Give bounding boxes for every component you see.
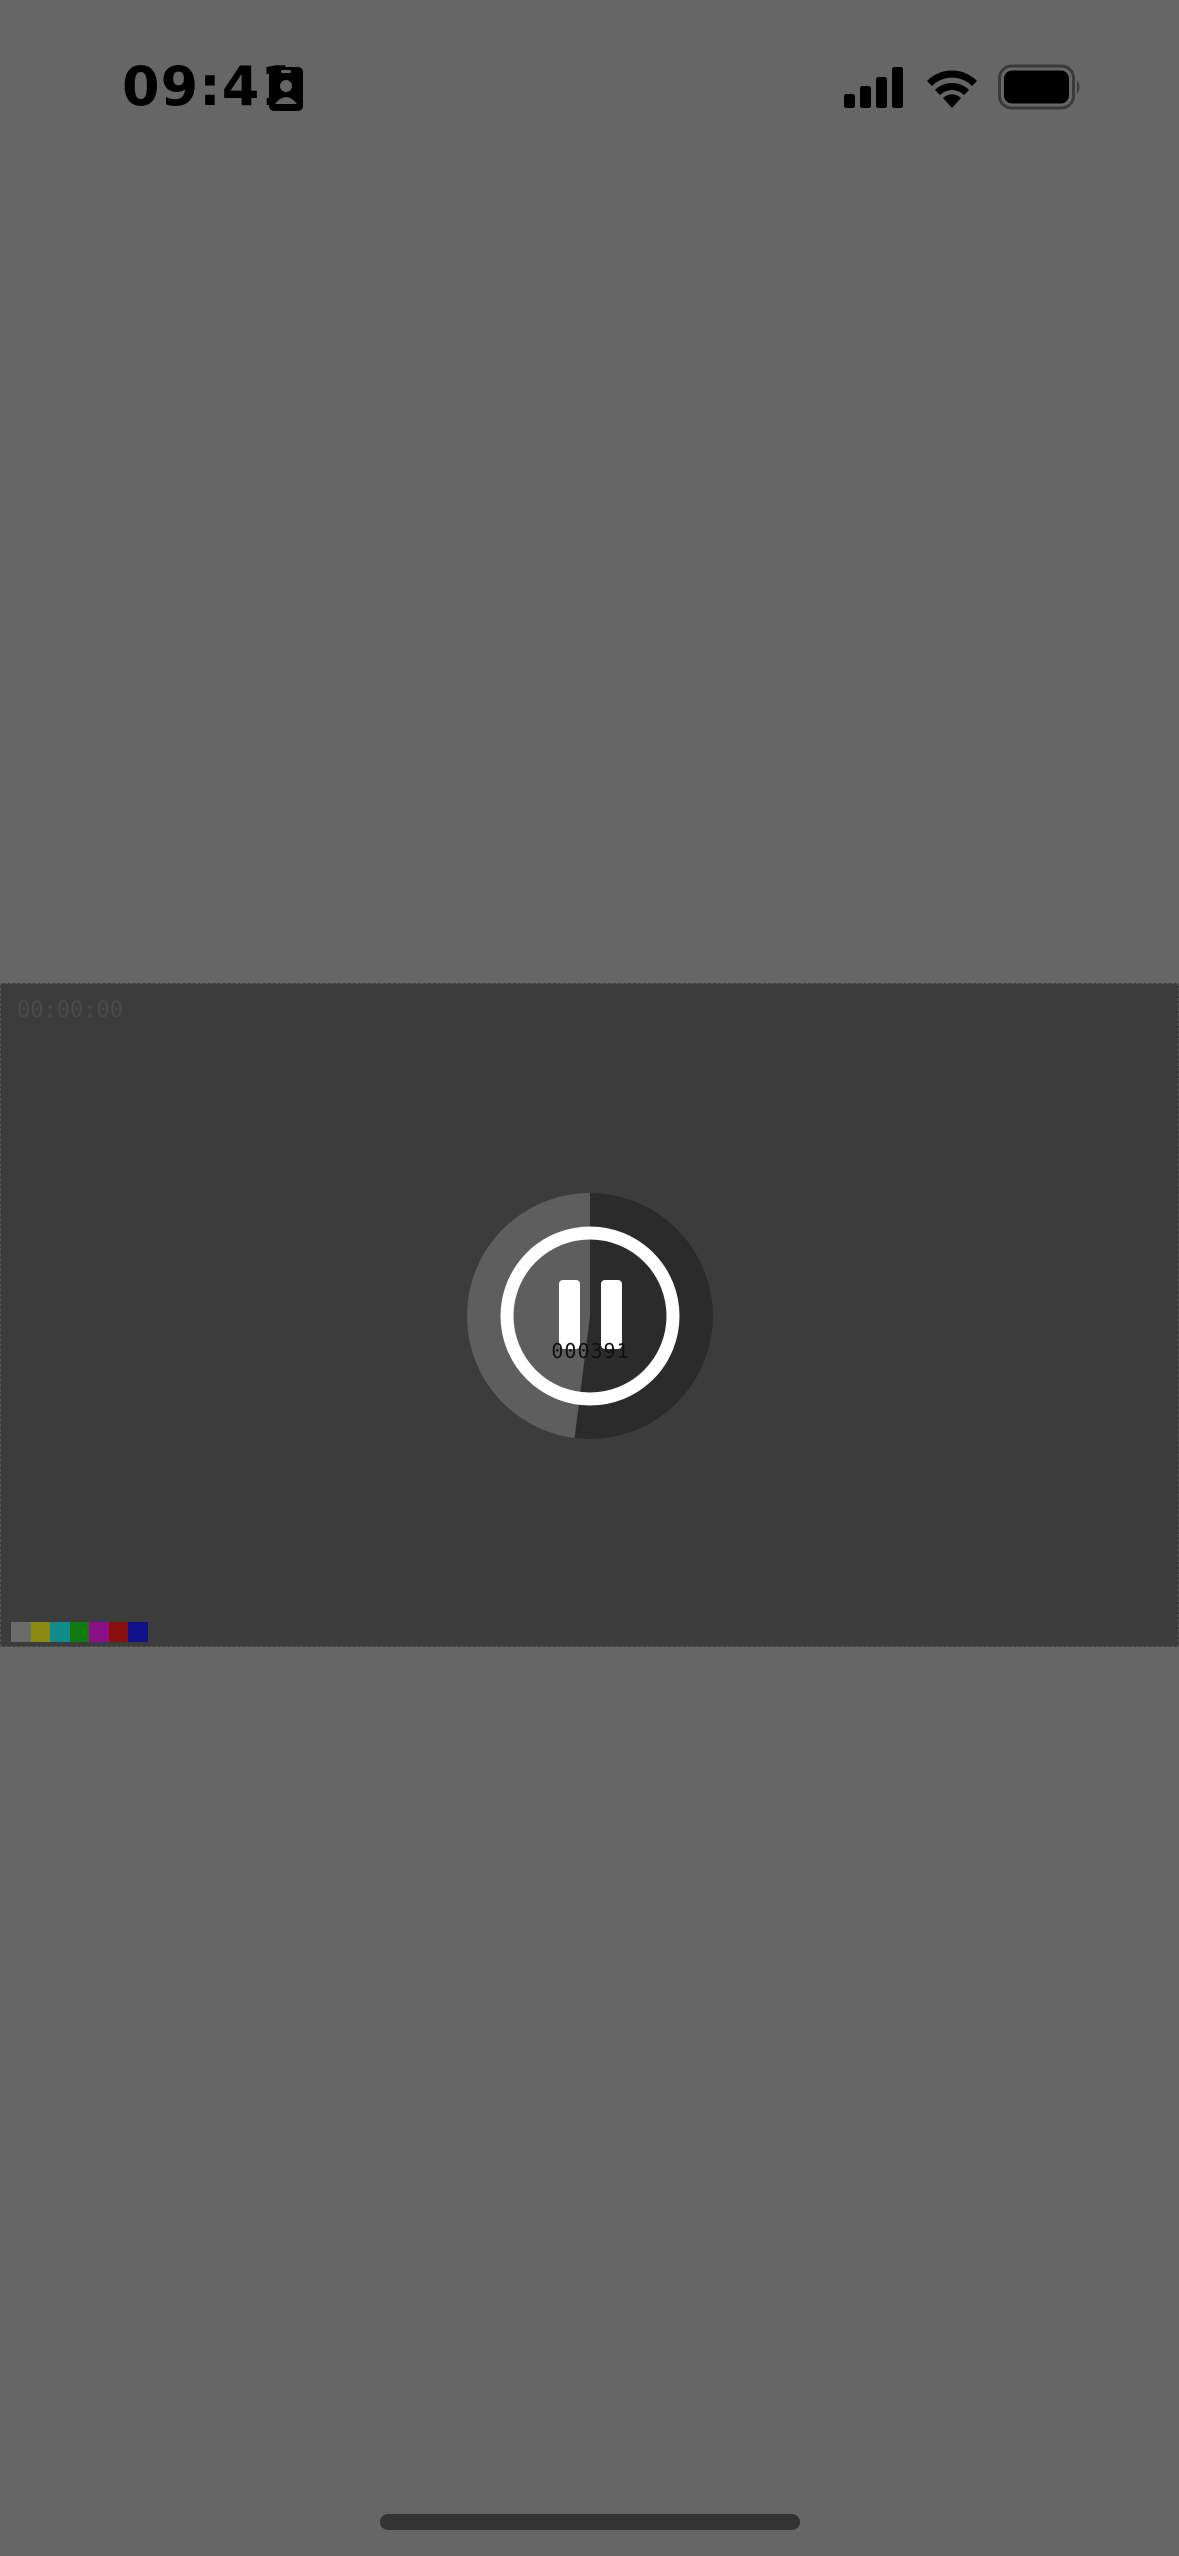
test-color-bars: [11, 1622, 148, 1642]
color-bar-swatch: [50, 1622, 70, 1642]
pause-button[interactable]: [467, 1193, 713, 1439]
video-player[interactable]: 00:00:00 000391: [0, 983, 1179, 1647]
status-bar: 09:41: [0, 0, 1179, 175]
video-timestamp: 00:00:00: [17, 998, 123, 1023]
home-indicator[interactable]: [380, 2514, 800, 2530]
color-bar-swatch: [69, 1622, 89, 1642]
frame-counter: 000391: [551, 1339, 630, 1363]
color-bar-swatch: [11, 1622, 31, 1642]
cellular-signal-icon: [844, 67, 903, 108]
battery-icon: [998, 64, 1080, 110]
color-bar-swatch: [128, 1622, 148, 1642]
contact-card-icon: [269, 67, 303, 111]
color-bar-swatch: [89, 1622, 109, 1642]
wifi-icon: [927, 70, 977, 108]
color-bar-swatch: [108, 1622, 128, 1642]
color-bar-swatch: [30, 1622, 50, 1642]
